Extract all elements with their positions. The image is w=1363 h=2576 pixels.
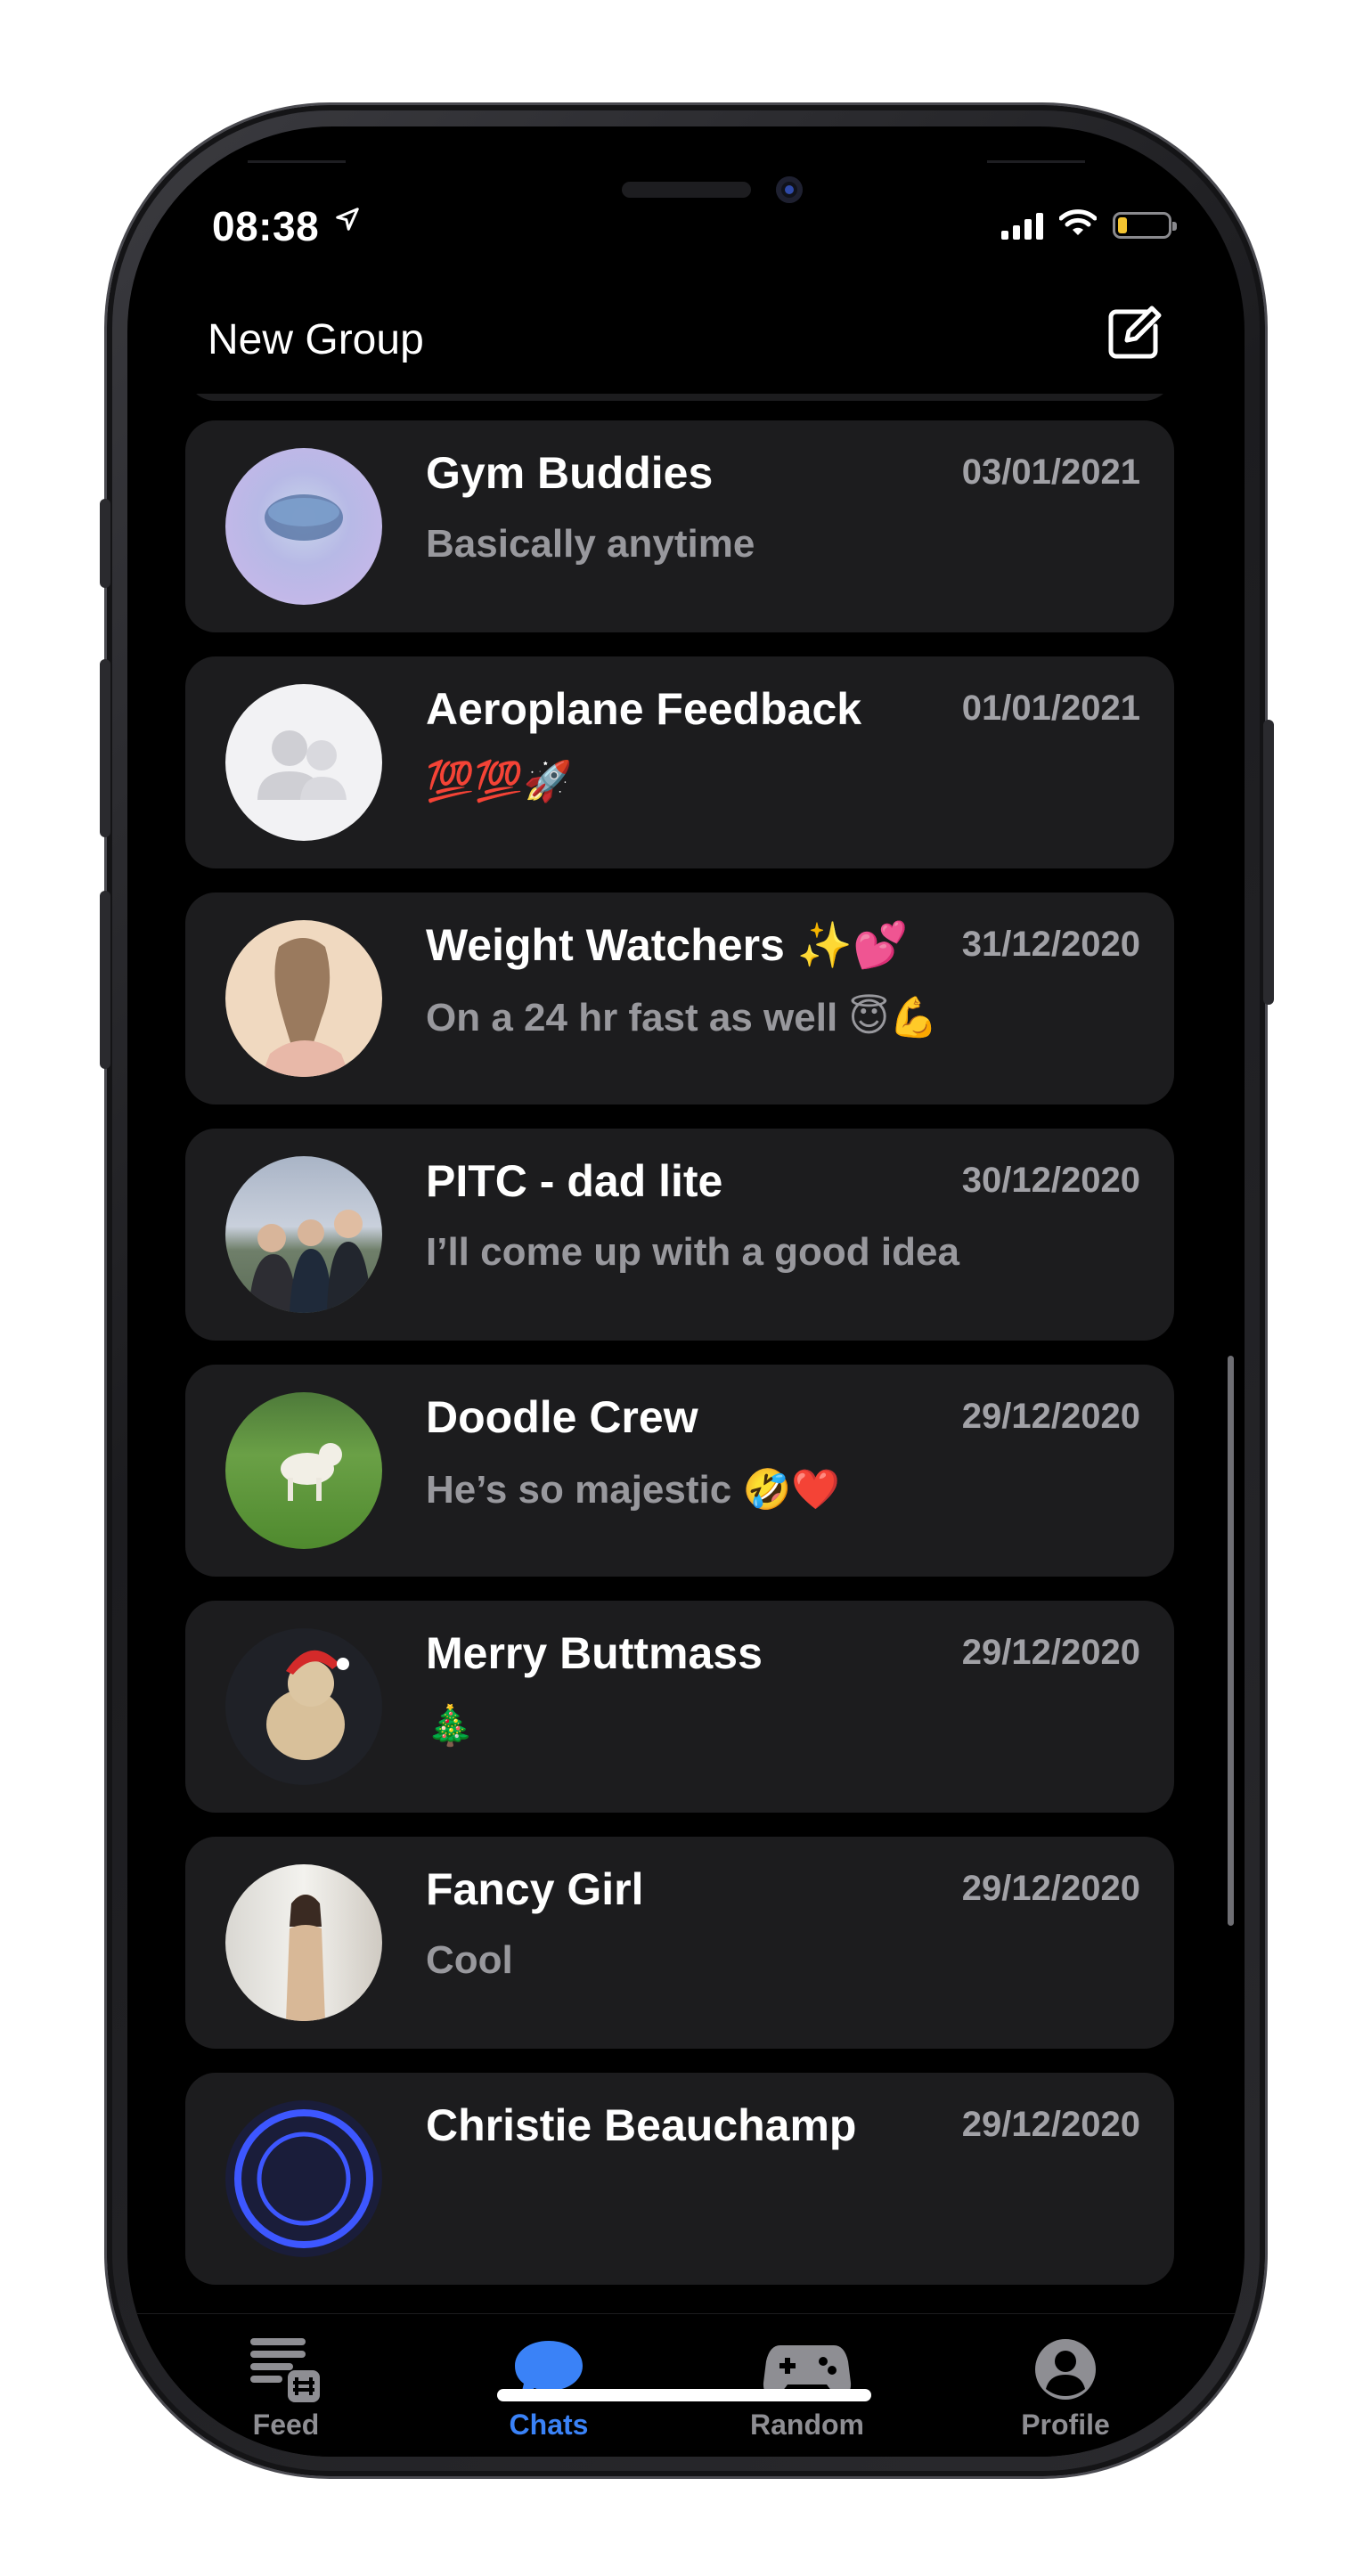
chat-date: 01/01/2021 [961,689,1140,728]
chat-date: 29/12/2020 [961,2105,1140,2144]
tab-random[interactable]: Random [718,2334,896,2441]
avatar [225,684,382,841]
status-time: 08:38 [212,203,320,249]
chat-card-partial[interactable] [185,394,1174,401]
chat-name: Christie Beauchamp [426,2100,857,2150]
location-arrow-icon [334,203,361,240]
chat-date: 30/12/2020 [961,1161,1140,1200]
chat-last-message: Basically anytime [426,522,755,566]
tab-label: Random [750,2409,864,2441]
chat-date: 31/12/2020 [961,925,1140,964]
chat-date: 03/01/2021 [961,452,1140,492]
chat-name: Merry Buttmass [426,1628,763,1678]
wifi-icon [1058,208,1098,241]
chat-last-message: I’ll come up with a good idea [426,1230,959,1274]
side-switch [100,499,110,588]
home-indicator[interactable] [497,2389,871,2401]
chat-list[interactable]: Gym Buddies 03/01/2021 Basically anytime… [127,394,1245,2313]
chat-name: Doodle Crew [426,1392,698,1442]
chat-card-aeroplane-feedback[interactable]: Aeroplane Feedback 01/01/2021 💯💯🚀 [185,656,1174,868]
chat-card-weight-watchers[interactable]: Weight Watchers ✨💕 31/12/2020 On a 24 hr… [185,893,1174,1105]
chat-name: Fancy Girl [426,1864,644,1914]
status-indicators [1001,208,1177,241]
avatar [225,1392,382,1549]
tab-profile[interactable]: Profile [976,2334,1155,2441]
cellular-signal-icon [1001,211,1043,240]
tab-chats[interactable]: Chats [460,2334,638,2441]
chat-date: 29/12/2020 [961,1869,1140,1908]
antenna-line [248,160,346,163]
profile-icon [976,2334,1155,2405]
chat-last-message: 🎄 [426,1704,475,1748]
volume-up-button [100,659,110,837]
antenna-line [987,160,1085,163]
chat-card-gym-buddies[interactable]: Gym Buddies 03/01/2021 Basically anytime [185,420,1174,632]
avatar [225,1156,382,1313]
chat-last-message: Cool [426,1938,513,1982]
chat-last-message: On a 24 hr fast as well 😇💪 [426,996,939,1039]
chat-card-merry-buttmass[interactable]: Merry Buttmass 29/12/2020 🎄 [185,1601,1174,1813]
volume-down-button [100,891,110,1069]
chat-name: Weight Watchers ✨💕 [426,920,909,970]
tab-label: Chats [509,2409,589,2441]
avatar [225,448,382,605]
tab-bar: Feed Chats Random Profile [127,2313,1245,2457]
scrollbar[interactable] [1228,1356,1234,1926]
avatar [225,2100,382,2257]
chat-card-fancy-girl[interactable]: Fancy Girl 29/12/2020 Cool [185,1837,1174,2049]
chat-name: Gym Buddies [426,448,714,498]
screen: 08:38 New Group Gym Buddies 03/01/2021 B… [127,126,1245,2457]
tab-label: Feed [252,2409,320,2441]
tab-label: Profile [1021,2409,1110,2441]
power-button [1263,720,1274,1005]
avatar [225,1628,382,1785]
front-camera [776,176,803,203]
chat-last-message: He’s so majestic 🤣❤️ [426,1468,841,1512]
chat-name: PITC - dad lite [426,1156,723,1206]
battery-icon [1113,211,1177,239]
chat-last-message: 💯💯🚀 [426,760,573,803]
chat-date: 29/12/2020 [961,1397,1140,1436]
avatar [225,1864,382,2021]
chat-card-doodle-crew[interactable]: Doodle Crew 29/12/2020 He’s so majestic … [185,1365,1174,1577]
chat-name: Aeroplane Feedback [426,684,862,734]
new-group-button[interactable]: New Group [208,315,424,364]
feed-icon [197,2334,375,2405]
chat-card-pitc-dad-lite[interactable]: PITC - dad lite 30/12/2020 I’ll come up … [185,1129,1174,1341]
avatar [225,920,382,1077]
tab-feed[interactable]: Feed [197,2334,375,2441]
chat-card-christie-beauchamp[interactable]: Christie Beauchamp 29/12/2020 [185,2073,1174,2285]
earpiece-speaker [622,182,751,198]
chat-date: 29/12/2020 [961,1633,1140,1672]
compose-icon[interactable] [1106,305,1163,362]
